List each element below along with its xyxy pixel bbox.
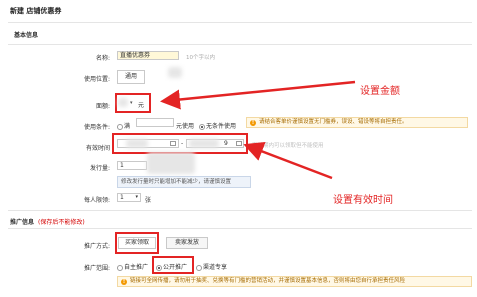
annotation-arrows — [160, 80, 356, 180]
amount-arrow — [160, 80, 356, 110]
annotation-validity: 设置有效时间 — [333, 195, 393, 206]
validity-arrow — [243, 141, 333, 180]
annotation-amount: 设置金额 — [360, 86, 400, 97]
